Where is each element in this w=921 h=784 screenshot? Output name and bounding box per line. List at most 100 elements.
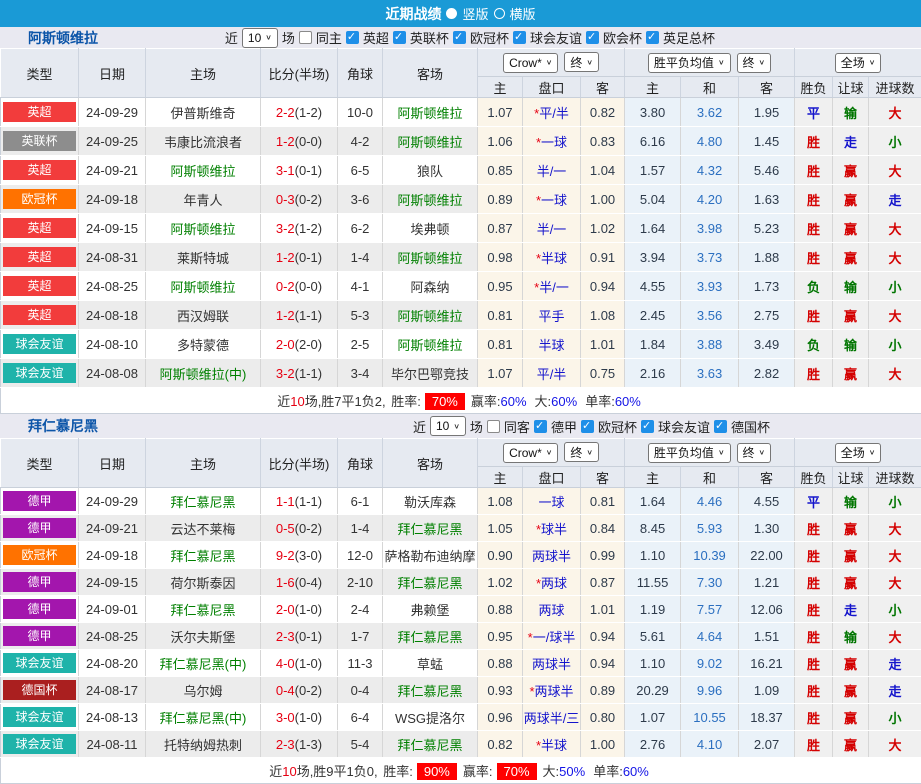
match-result: 胜 — [807, 367, 820, 382]
handicap-result-cell: 赢 — [833, 650, 869, 677]
same-venue-checkbox[interactable] — [299, 31, 312, 44]
league-checkbox-label[interactable]: 英足总杯 — [663, 28, 715, 47]
match-result: 负 — [807, 280, 820, 295]
handicap-cell: 半球 — [523, 330, 581, 359]
league-checkbox[interactable] — [534, 420, 547, 433]
match-row: 欧冠杯24-09-18拜仁慕尼黑9-2(3-0)12-0萨格勒布迪纳摩0.90两… — [1, 542, 921, 569]
handicap-cell: *半/一 — [523, 272, 581, 301]
crow-home-odds: 0.93 — [478, 677, 523, 704]
league-checkbox-label[interactable]: 欧冠杯 — [598, 417, 637, 436]
avg-odds-select[interactable]: 胜平负均值∨ — [648, 443, 731, 463]
goals-result: 大 — [889, 522, 902, 537]
column-header-crow-away: 客 — [581, 77, 625, 98]
avg-home-odds: 2.16 — [625, 359, 681, 388]
bookmaker-select[interactable]: Crow*∨ — [503, 443, 558, 463]
fulltime-score: 2-0 — [276, 337, 295, 352]
league-checkbox[interactable] — [646, 31, 659, 44]
league-checkbox-label[interactable]: 欧冠杯 — [470, 28, 509, 47]
match-result-cell: 胜 — [795, 650, 833, 677]
league-checkbox[interactable] — [586, 31, 599, 44]
scope-select[interactable]: 全场∨ — [835, 53, 882, 73]
same-venue-label[interactable]: 同客 — [504, 417, 530, 436]
score-cell: 2-2(1-2) — [261, 98, 338, 127]
league-checkbox[interactable] — [393, 31, 406, 44]
league-checkbox[interactable] — [513, 31, 526, 44]
league-checkbox-label[interactable]: 球会友谊 — [658, 417, 710, 436]
avg-odds-select[interactable]: 胜平负均值∨ — [648, 53, 731, 73]
column-header-home: 主场 — [146, 439, 261, 488]
crow-away-odds: 0.94 — [581, 650, 625, 677]
corner-score: 6-4 — [338, 704, 383, 731]
summary-stat-label: 单率: — [585, 394, 615, 409]
fulltime-score: 1-2 — [276, 134, 295, 149]
same-venue-label[interactable]: 同主 — [316, 28, 342, 47]
crow-home-odds: 0.85 — [478, 156, 523, 185]
goals-result: 大 — [889, 222, 902, 237]
goals-result: 小 — [889, 280, 902, 295]
corner-score: 5-3 — [338, 301, 383, 330]
avg-draw-odds: 3.56 — [681, 301, 739, 330]
league-checkbox[interactable] — [581, 420, 594, 433]
match-date: 24-09-01 — [79, 596, 146, 623]
crow-home-odds: 0.90 — [478, 542, 523, 569]
match-result: 胜 — [807, 549, 820, 564]
match-count-select[interactable]: 10∨ — [242, 28, 278, 48]
fulltime-score: 4-0 — [276, 656, 295, 671]
avg-away-odds: 1.45 — [739, 127, 795, 156]
avg-away-odds: 1.95 — [739, 98, 795, 127]
column-header-handicap-result: 让球 — [833, 467, 869, 488]
goals-result-cell: 大 — [869, 156, 921, 185]
handicap-result: 赢 — [844, 549, 857, 564]
match-row: 英超24-09-15阿斯顿维拉3-2(1-2)6-2埃弗顿0.87半/一1.02… — [1, 214, 921, 243]
crow-home-odds: 0.98 — [478, 243, 523, 272]
league-checkbox[interactable] — [714, 420, 727, 433]
handicap-result: 赢 — [844, 738, 857, 753]
horizontal-layout-label[interactable]: 横版 — [510, 4, 536, 23]
odds-stage-select[interactable]: 终∨ — [564, 52, 599, 72]
league-checkbox[interactable] — [453, 31, 466, 44]
avg-draw-odds: 3.63 — [681, 359, 739, 388]
fulltime-score: 1-1 — [276, 494, 295, 509]
handicap-line: 平/半 — [537, 367, 567, 382]
league-checkbox-label[interactable]: 德国杯 — [731, 417, 770, 436]
avg-header-cell: 胜平负均值∨ 终∨ — [625, 439, 795, 467]
match-result-cell: 胜 — [795, 704, 833, 731]
league-checkbox-label[interactable]: 英联杯 — [410, 28, 449, 47]
bookmaker-select[interactable]: Crow*∨ — [503, 53, 558, 73]
vertical-layout-label[interactable]: 竖版 — [462, 4, 488, 23]
avg-header-cell: 胜平负均值∨ 终∨ — [625, 49, 795, 77]
handicap-result-cell: 赢 — [833, 359, 869, 388]
avg-draw-odds: 4.64 — [681, 623, 739, 650]
avg-away-odds: 1.30 — [739, 515, 795, 542]
horizontal-layout-radio[interactable] — [494, 8, 505, 19]
league-checkbox[interactable] — [346, 31, 359, 44]
league-checkbox-label[interactable]: 德甲 — [551, 417, 577, 436]
scope-select[interactable]: 全场∨ — [835, 443, 882, 463]
match-result: 负 — [807, 338, 820, 353]
league-badge: 英超 — [3, 247, 76, 267]
avg-stage-select[interactable]: 终∨ — [737, 443, 772, 463]
league-checkbox[interactable] — [641, 420, 654, 433]
avg-away-odds: 5.46 — [739, 156, 795, 185]
match-result-cell: 胜 — [795, 359, 833, 388]
odds-stage-select[interactable]: 终∨ — [564, 442, 599, 462]
avg-stage-select[interactable]: 终∨ — [737, 53, 772, 73]
league-checkbox-label[interactable]: 欧会杯 — [603, 28, 642, 47]
halftime-score: (1-0) — [295, 602, 322, 617]
vertical-layout-radio[interactable] — [446, 8, 457, 19]
handicap-result-cell: 赢 — [833, 185, 869, 214]
same-venue-checkbox[interactable] — [487, 420, 500, 433]
league-checkbox-label[interactable]: 英超 — [363, 28, 389, 47]
match-result: 胜 — [807, 309, 820, 324]
match-count-select[interactable]: 10∨ — [430, 416, 466, 436]
handicap-cell: *一/球半 — [523, 623, 581, 650]
match-date: 24-09-25 — [79, 127, 146, 156]
league-badge: 球会友谊 — [3, 653, 76, 673]
league-checkbox-label[interactable]: 球会友谊 — [530, 28, 582, 47]
match-count-select-value: 10 — [248, 31, 261, 45]
goals-result: 大 — [889, 630, 902, 645]
home-team: 韦康比流浪者 — [146, 127, 261, 156]
chevron-down-icon: ∨ — [869, 58, 876, 67]
home-team: 阿斯顿维拉 — [146, 272, 261, 301]
corner-score: 5-4 — [338, 731, 383, 758]
